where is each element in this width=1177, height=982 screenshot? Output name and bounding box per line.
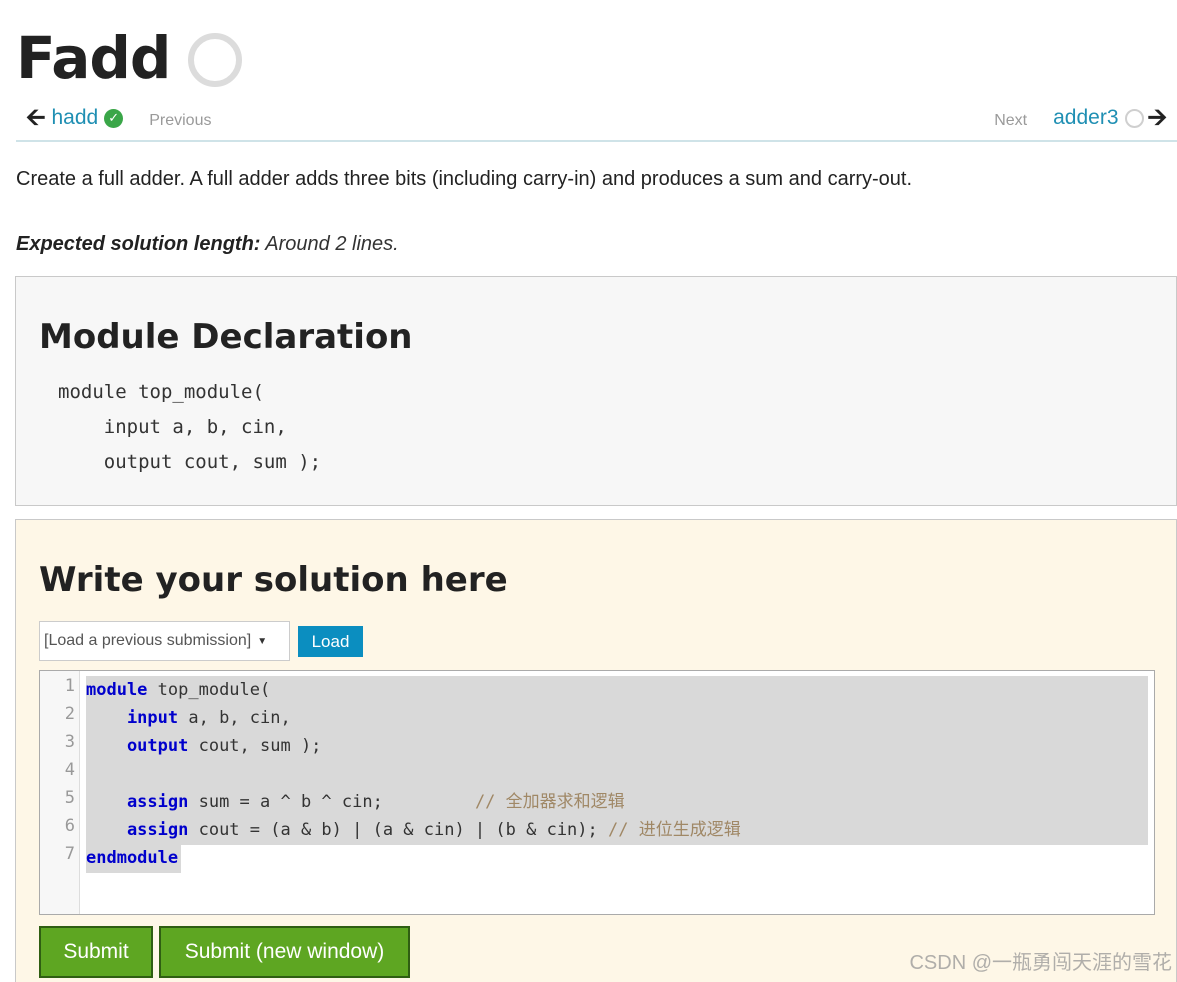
next-label: Next: [994, 112, 1028, 129]
line-number: 5: [64, 788, 75, 808]
code-line: module top_module(: [86, 680, 271, 700]
previous-label: Previous: [149, 112, 212, 129]
line-number: 3: [64, 732, 75, 752]
code-line: input a, b, cin,: [86, 708, 291, 728]
watermark: CSDN @一瓶勇闯天涯的雪花: [909, 952, 1172, 974]
load-submission-select-value: [Load a previous submission]: [44, 632, 252, 649]
prev-problem-link[interactable]: hadd: [52, 106, 99, 130]
module-declaration-heading: Module Declaration: [39, 317, 413, 357]
code-line: output cout, sum );: [86, 736, 322, 756]
module-declaration-code: module top_module( input a, b, cin, outp…: [58, 381, 322, 473]
page-title: Fadd: [16, 24, 171, 92]
expected-length: Expected solution length: Around 2 lines…: [16, 233, 399, 256]
check-circle-icon: ✓: [104, 108, 124, 128]
load-submission-select[interactable]: [Load a previous submission] ▼: [39, 621, 290, 661]
line-number: 4: [64, 760, 75, 780]
line-number: 2: [64, 704, 75, 724]
line-number: 6: [64, 816, 75, 836]
code-editor[interactable]: 1 2 3 4 5 6 7 module top_module( input a…: [39, 670, 1155, 915]
nav-next: Next adder3 🡪: [994, 106, 1167, 130]
arrow-left-icon[interactable]: 🡨: [26, 106, 46, 130]
line-number: 7: [64, 844, 75, 864]
module-declaration-panel: Module Declaration module top_module( in…: [15, 276, 1177, 506]
solution-panel: Write your solution here [Load a previou…: [15, 519, 1177, 982]
solution-heading: Write your solution here: [39, 560, 508, 600]
title-row: Fadd: [16, 22, 243, 94]
line-number: 1: [64, 676, 75, 696]
code-line: endmodule: [86, 848, 179, 868]
code-line: assign cout = (a & b) | (a & cin) | (b &…: [86, 820, 741, 840]
expected-length-value: Around 2 lines.: [260, 233, 399, 255]
next-problem-link[interactable]: adder3: [1053, 106, 1118, 130]
expected-length-label: Expected solution length:: [16, 233, 261, 255]
status-circle-icon: [188, 33, 243, 87]
submit-new-window-button[interactable]: Submit (new window): [159, 926, 410, 978]
arrow-right-icon[interactable]: 🡪: [1148, 106, 1168, 130]
caret-down-icon: ▼: [257, 635, 268, 647]
problem-description: Create a full adder. A full adder adds t…: [16, 168, 913, 190]
empty-circle-icon: [1124, 108, 1144, 128]
nav-previous: 🡨 hadd ✓ Previous: [26, 106, 211, 130]
line-number-gutter: 1 2 3 4 5 6 7: [40, 671, 80, 914]
code-line: assign sum = a ^ b ^ cin; // 全加器求和逻辑: [86, 792, 625, 812]
load-button[interactable]: Load: [298, 626, 363, 657]
problem-navbar: 🡨 hadd ✓ Previous Next adder3 🡪: [16, 102, 1177, 142]
submit-button[interactable]: Submit: [39, 926, 153, 978]
